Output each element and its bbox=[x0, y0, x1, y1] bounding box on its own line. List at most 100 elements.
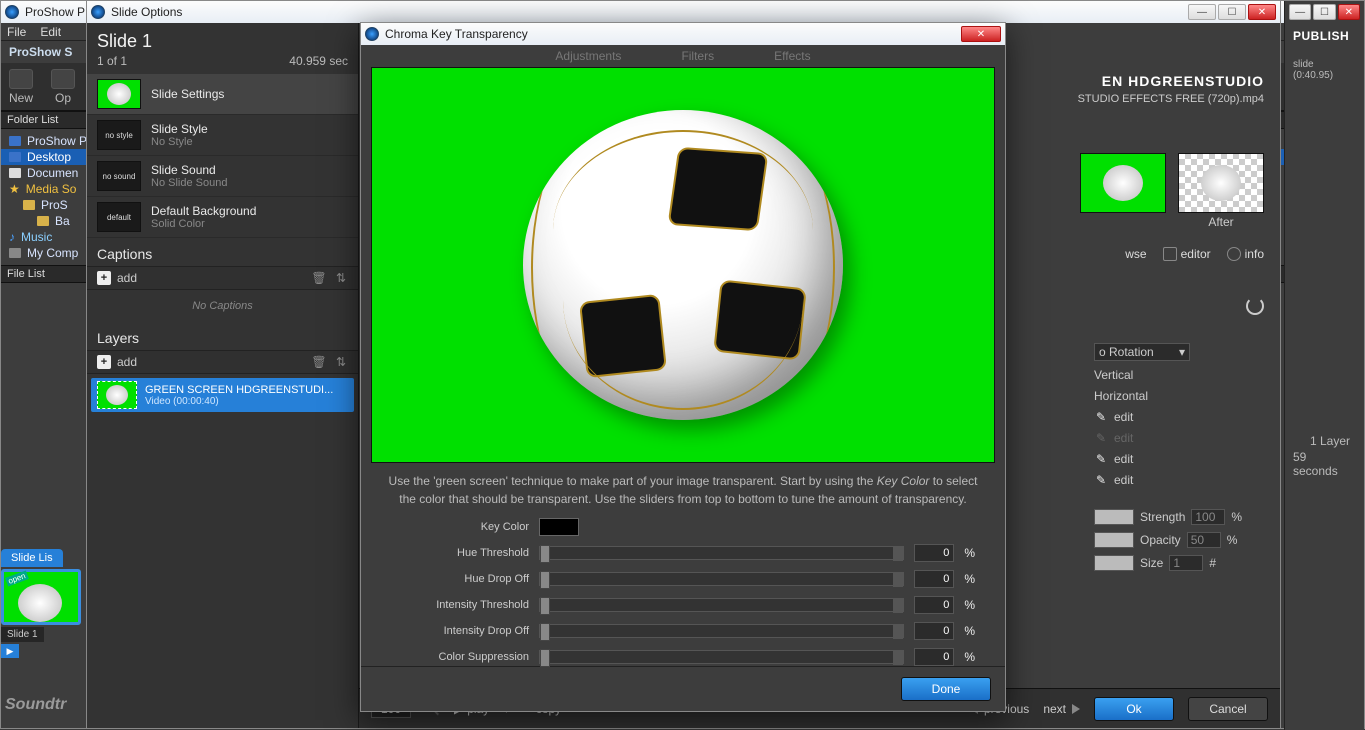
sort-icon[interactable]: ⇅ bbox=[334, 355, 348, 369]
tool-open[interactable]: Op bbox=[51, 69, 75, 105]
hue-dropoff-slider[interactable] bbox=[539, 572, 904, 586]
rotation-dropdown[interactable]: o Rotation▾ bbox=[1094, 343, 1190, 361]
sidebar-item-slide-sound[interactable]: no soundSlide SoundNo Slide Sound bbox=[87, 156, 358, 197]
close-icon[interactable]: ✕ bbox=[1338, 4, 1360, 20]
slide-list-tab[interactable]: Slide Lis bbox=[1, 549, 63, 567]
publish-button[interactable]: PUBLISH bbox=[1285, 23, 1364, 49]
hue-dropoff-value[interactable]: 0 bbox=[914, 570, 954, 588]
color-suppression-value[interactable]: 0 bbox=[914, 648, 954, 666]
trash-icon[interactable]: 🗑 bbox=[312, 271, 326, 285]
minimize-icon[interactable]: — bbox=[1289, 4, 1311, 20]
seconds-label: 59 seconds bbox=[1293, 450, 1350, 478]
sidebar-item-slide-style[interactable]: no styleSlide StyleNo Style bbox=[87, 115, 358, 156]
no-captions-label: No Captions bbox=[87, 290, 358, 322]
trash-icon[interactable]: 🗑 bbox=[312, 355, 326, 369]
layer-item[interactable]: GREEN SCREEN HDGREENSTUDI...Video (00:00… bbox=[91, 378, 354, 412]
soccer-ball-image bbox=[523, 110, 843, 420]
plus-icon[interactable]: + bbox=[97, 271, 111, 285]
layer-thumb bbox=[97, 381, 137, 409]
intensity-threshold-slider[interactable] bbox=[539, 598, 904, 612]
chroma-titlebar[interactable]: Chroma Key Transparency ✕ bbox=[361, 23, 1005, 45]
intensity-threshold-row: Intensity Threshold 0% bbox=[371, 596, 975, 614]
minimize-icon[interactable]: — bbox=[1188, 4, 1216, 20]
before-thumb[interactable] bbox=[1080, 153, 1166, 213]
close-icon[interactable]: ✕ bbox=[961, 26, 1001, 42]
key-color-row: Key Color bbox=[371, 518, 975, 536]
slide-count: 1 of 1 bbox=[97, 54, 127, 68]
chroma-faint-tabs: Adjustments Filters Effects bbox=[361, 45, 1005, 67]
after-thumb[interactable] bbox=[1178, 153, 1264, 213]
key-color-swatch[interactable] bbox=[539, 518, 579, 536]
layer-count: 1 Layer bbox=[1310, 434, 1350, 448]
soundtrack-label: Soundtr bbox=[5, 696, 66, 714]
slide-title: Slide 1 bbox=[87, 23, 358, 54]
menu-edit[interactable]: Edit bbox=[40, 25, 61, 39]
color-suppression-row: Color Suppression 0% bbox=[371, 648, 975, 666]
hue-threshold-slider[interactable] bbox=[539, 546, 904, 560]
sidebar-item-default-background[interactable]: defaultDefault BackgroundSolid Color bbox=[87, 197, 358, 238]
cancel-button[interactable]: Cancel bbox=[1188, 697, 1268, 721]
hue-threshold-value[interactable]: 0 bbox=[914, 544, 954, 562]
intensity-threshold-value[interactable]: 0 bbox=[914, 596, 954, 614]
chroma-key-dialog: Chroma Key Transparency ✕ Adjustments Fi… bbox=[360, 22, 1006, 712]
color-swatch[interactable] bbox=[1094, 555, 1134, 571]
intensity-dropoff-row: Intensity Drop Off 0% bbox=[371, 622, 975, 640]
app-icon bbox=[5, 5, 19, 19]
slide-thumb[interactable]: open bbox=[1, 569, 81, 625]
maximize-icon[interactable]: ☐ bbox=[1218, 4, 1246, 20]
hue-threshold-row: Hue Threshold 0% bbox=[371, 544, 975, 562]
layers-header: Layers bbox=[87, 322, 358, 350]
next-button[interactable]: next bbox=[1043, 702, 1080, 716]
ok-button[interactable]: Ok bbox=[1094, 697, 1174, 721]
slide-number: Slide 1 bbox=[1, 627, 44, 642]
info-button[interactable]: info bbox=[1227, 247, 1264, 261]
color-swatch[interactable] bbox=[1094, 532, 1134, 548]
before-after: After bbox=[1080, 153, 1264, 229]
add-layer-row[interactable]: +add🗑⇅ bbox=[87, 350, 358, 374]
refresh-icon[interactable] bbox=[1246, 297, 1264, 315]
video-title: EN HDGREENSTUDIO bbox=[1102, 73, 1264, 89]
chroma-preview bbox=[371, 67, 995, 463]
chroma-title: Chroma Key Transparency bbox=[385, 27, 528, 41]
slide-time: 40.959 sec bbox=[289, 54, 348, 68]
flip-horizontal[interactable]: Horizontal bbox=[1094, 389, 1264, 403]
close-icon[interactable]: ✕ bbox=[1248, 4, 1276, 20]
slide-list: Slide Lis open Slide 1 ▶ bbox=[1, 549, 87, 658]
app-icon bbox=[91, 5, 105, 19]
chevron-down-icon: ▾ bbox=[1179, 345, 1185, 359]
chroma-description: Use the 'green screen' technique to make… bbox=[361, 469, 1005, 518]
hue-dropoff-row: Hue Drop Off 0% bbox=[371, 570, 975, 588]
done-button[interactable]: Done bbox=[901, 677, 991, 701]
pencil-icon: ✎ bbox=[1094, 431, 1108, 445]
play-icon[interactable]: ▶ bbox=[1, 644, 19, 658]
flip-vertical[interactable]: Vertical bbox=[1094, 368, 1264, 382]
pencil-icon[interactable]: ✎ bbox=[1094, 410, 1108, 424]
sort-icon[interactable]: ⇅ bbox=[334, 271, 348, 285]
color-suppression-slider[interactable] bbox=[539, 650, 904, 664]
maximize-icon[interactable]: ☐ bbox=[1313, 4, 1335, 20]
right-strip: — ☐ ✕ PUBLISH slide (0:40.95) 1 Layer 59… bbox=[1284, 1, 1364, 730]
editor-icon bbox=[1163, 247, 1177, 261]
main-title: ProShow P bbox=[25, 5, 85, 19]
captions-header: Captions bbox=[87, 238, 358, 266]
browse-button[interactable]: wse bbox=[1125, 247, 1146, 261]
pencil-icon[interactable]: ✎ bbox=[1094, 452, 1108, 466]
editor-button[interactable]: editor bbox=[1163, 247, 1211, 261]
sidebar-item-slide-settings[interactable]: Slide Settings bbox=[87, 74, 358, 115]
slide-duration: slide (0:40.95) bbox=[1285, 57, 1364, 83]
size-value[interactable]: 1 bbox=[1169, 555, 1203, 571]
intensity-dropoff-value[interactable]: 0 bbox=[914, 622, 954, 640]
intensity-dropoff-slider[interactable] bbox=[539, 624, 904, 638]
menu-file[interactable]: File bbox=[7, 25, 26, 39]
tool-new[interactable]: New bbox=[9, 69, 33, 105]
strength-value[interactable]: 100 bbox=[1191, 509, 1225, 525]
color-swatch[interactable] bbox=[1094, 509, 1134, 525]
info-icon bbox=[1227, 247, 1241, 261]
add-caption-row[interactable]: +add🗑⇅ bbox=[87, 266, 358, 290]
slide-options-titlebar[interactable]: Slide Options — ☐ ✕ bbox=[87, 1, 1280, 23]
plus-icon[interactable]: + bbox=[97, 355, 111, 369]
app-icon bbox=[365, 27, 379, 41]
opacity-value[interactable]: 50 bbox=[1187, 532, 1221, 548]
layer-tools: wse editor info bbox=[1125, 247, 1264, 261]
pencil-icon[interactable]: ✎ bbox=[1094, 473, 1108, 487]
